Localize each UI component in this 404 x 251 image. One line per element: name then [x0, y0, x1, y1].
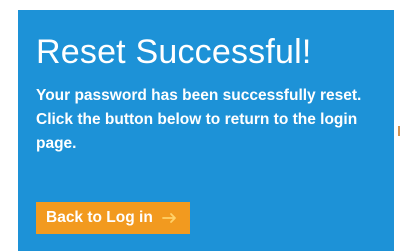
- page: Reset Successful! Your password has been…: [0, 0, 404, 251]
- reset-success-panel: Reset Successful! Your password has been…: [18, 10, 394, 251]
- back-to-login-button[interactable]: Back to Log in: [36, 202, 190, 234]
- success-message: Your password has been successfully rese…: [36, 87, 362, 152]
- back-to-login-label: Back to Log in: [46, 209, 153, 226]
- arrow-right-icon: [161, 213, 176, 223]
- background-edge-mark: [398, 126, 400, 136]
- page-title: Reset Successful!: [36, 33, 312, 71]
